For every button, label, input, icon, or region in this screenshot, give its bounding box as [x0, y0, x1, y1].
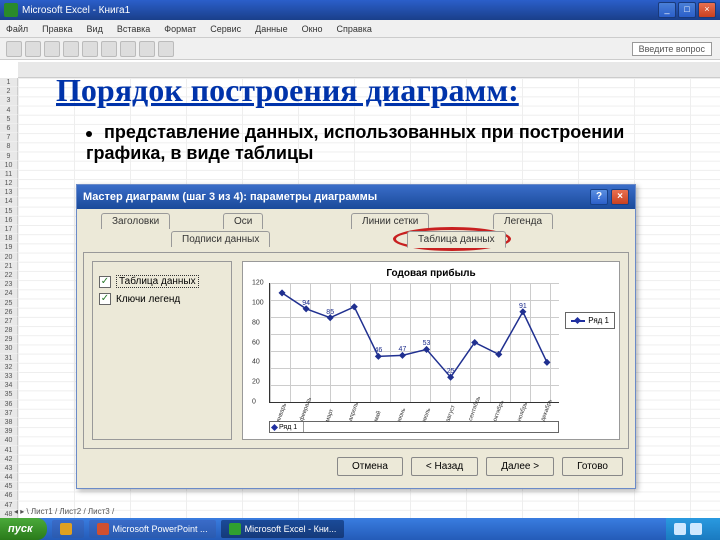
menu-format[interactable]: Формат — [164, 24, 196, 34]
bullet-text: представление данных, использованных при… — [86, 122, 646, 164]
back-button[interactable]: < Назад — [411, 457, 478, 476]
tray-icon[interactable] — [674, 523, 686, 535]
toolbar-icon[interactable] — [158, 41, 174, 57]
tab-gridlines[interactable]: Линии сетки — [351, 213, 429, 229]
task-icon — [229, 523, 241, 535]
excel-app-icon — [4, 3, 18, 17]
system-tray[interactable] — [666, 518, 720, 540]
row-headers: 1234567891011121314151617181920212223242… — [0, 78, 18, 518]
excel-titlebar: Microsoft Excel - Книга1 _ □ × — [0, 0, 720, 20]
taskbar-item-excel[interactable]: Microsoft Excel - Кни... — [221, 520, 345, 538]
app-title: Microsoft Excel - Книга1 — [22, 5, 130, 16]
menu-insert[interactable]: Вставка — [117, 24, 150, 34]
tab-titles[interactable]: Заголовки — [101, 213, 170, 229]
menu-view[interactable]: Вид — [87, 24, 103, 34]
toolbar-icon[interactable] — [25, 41, 41, 57]
close-button[interactable]: × — [698, 2, 716, 18]
menu-file[interactable]: Файл — [6, 24, 28, 34]
chart-plot-area: 020406080100120январьфевральмартапрельма… — [269, 283, 559, 403]
toolbar-icon[interactable] — [120, 41, 136, 57]
bullet-label: представление данных, использованных при… — [86, 122, 624, 163]
taskbar-item[interactable] — [52, 520, 84, 538]
toolbar-icon[interactable] — [139, 41, 155, 57]
tray-icon[interactable] — [690, 523, 702, 535]
legend-swatch — [571, 320, 585, 322]
chart-title: Годовая прибыль — [249, 268, 613, 279]
chart-line-series — [270, 283, 559, 402]
wizard-title: Мастер диаграмм (шаг 3 из 4): параметры … — [83, 191, 377, 203]
next-button[interactable]: Далее > — [486, 457, 554, 476]
chart-wizard-dialog: Мастер диаграмм (шаг 3 из 4): параметры … — [76, 184, 636, 489]
toolbar-icon[interactable] — [82, 41, 98, 57]
cancel-button[interactable]: Отмена — [337, 457, 403, 476]
wizard-panel: Таблица данных Ключи легенд Годовая приб… — [83, 252, 629, 449]
toolbar-icon[interactable] — [101, 41, 117, 57]
start-button[interactable]: пуск — [0, 518, 47, 540]
chart-legend: Ряд 1 — [565, 312, 615, 329]
toolbar-icon[interactable] — [63, 41, 79, 57]
sheet-tabs[interactable]: ◂ ▸ \ Лист1 / Лист2 / Лист3 / — [14, 507, 114, 516]
label-legend-keys: Ключи легенд — [116, 294, 180, 305]
checkbox-legend-keys[interactable] — [99, 293, 111, 305]
chart-preview: Годовая прибыль 020406080100120январьфев… — [242, 261, 620, 440]
task-icon — [60, 523, 72, 535]
menu-edit[interactable]: Правка — [42, 24, 72, 34]
menu-data[interactable]: Данные — [255, 24, 288, 34]
toolbar — [0, 38, 720, 60]
dialog-close-button[interactable]: × — [611, 189, 629, 205]
finish-button[interactable]: Готово — [562, 457, 623, 476]
tab-axes[interactable]: Оси — [223, 213, 263, 229]
tab-datalabels[interactable]: Подписи данных — [171, 231, 270, 247]
minimize-button[interactable]: _ — [658, 2, 676, 18]
taskbar-item-powerpoint[interactable]: Microsoft PowerPoint ... — [89, 520, 216, 538]
wizard-tabs: Заголовки Оси Линии сетки Легенда Подпис… — [83, 213, 629, 253]
wizard-titlebar[interactable]: Мастер диаграмм (шаг 3 из 4): параметры … — [77, 185, 635, 209]
menu-help[interactable]: Справка — [337, 24, 372, 34]
checkbox-data-table[interactable] — [99, 276, 111, 288]
chart-data-table: Ряд 1 — [269, 421, 559, 433]
toolbar-icon[interactable] — [6, 41, 22, 57]
label-data-table: Таблица данных — [116, 275, 199, 288]
options-group: Таблица данных Ключи легенд — [92, 261, 232, 440]
taskbar: пуск Microsoft PowerPoint ... Microsoft … — [0, 518, 720, 540]
task-icon — [97, 523, 109, 535]
menubar: Файл Правка Вид Вставка Формат Сервис Да… — [0, 20, 720, 38]
legend-label: Ряд 1 — [588, 316, 609, 325]
tab-legend[interactable]: Легенда — [493, 213, 553, 229]
data-table-series-header: Ряд 1 — [270, 422, 304, 432]
menu-tools[interactable]: Сервис — [210, 24, 241, 34]
help-question-input[interactable]: Введите вопрос — [632, 42, 712, 56]
help-button[interactable]: ? — [590, 189, 608, 205]
maximize-button[interactable]: □ — [678, 2, 696, 18]
page-title: Порядок построения диаграмм: — [56, 72, 519, 109]
menu-window[interactable]: Окно — [302, 24, 323, 34]
toolbar-icon[interactable] — [44, 41, 60, 57]
tab-datatable[interactable]: Таблица данных — [407, 231, 506, 248]
